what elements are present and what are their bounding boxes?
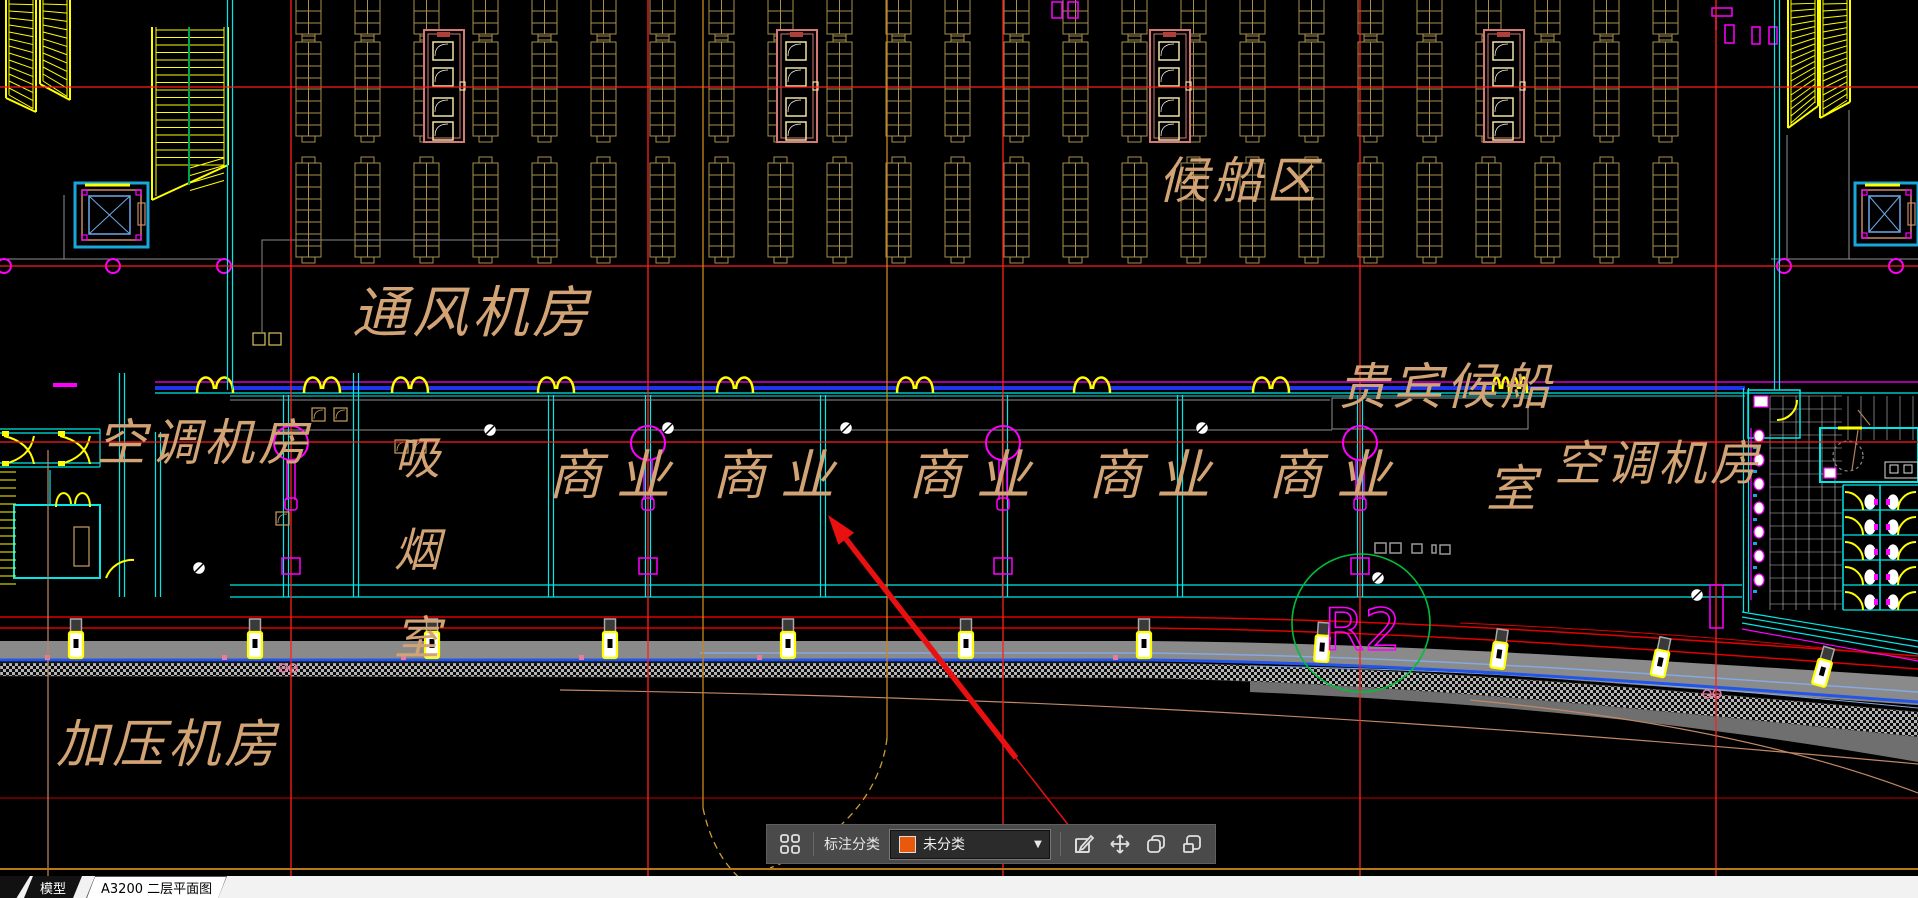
toolbar-separator — [1060, 832, 1061, 856]
category-color-swatch — [899, 835, 916, 853]
category-dropdown[interactable]: 未分类 ▼ — [889, 828, 1051, 860]
copy-icon[interactable] — [1143, 831, 1169, 857]
category-dropdown-value: 未分类 — [923, 837, 965, 853]
svg-text:烟: 烟 — [394, 523, 446, 577]
svg-text:商业: 商业 — [908, 444, 1044, 507]
svg-text:加压机房: 加压机房 — [56, 715, 280, 775]
toolbar-separator — [813, 832, 814, 856]
svg-text:商业: 商业 — [712, 444, 848, 507]
svg-text:商业: 商业 — [1268, 444, 1404, 507]
tab-layout-a3200[interactable]: A3200 二层平面图 — [86, 876, 227, 898]
chevron-down-icon[interactable]: ▼ — [1027, 831, 1049, 858]
paste-icon[interactable] — [1179, 831, 1205, 857]
svg-text:通风机房: 通风机房 — [352, 281, 592, 346]
svg-text:室: 室 — [394, 611, 446, 665]
tab-model-label: 模型 — [40, 881, 67, 897]
cad-window: 通风机房 空调机房 候船区 贵宾候船室空调机房 加压机房吸烟室商业 商业 商业 商业 商业 R2 … — [0, 0, 1918, 898]
svg-text:候船区: 候船区 — [1158, 152, 1323, 210]
svg-text:空调机房: 空调机房 — [96, 414, 312, 472]
svg-text:商业: 商业 — [1088, 444, 1224, 507]
tab-layout-label: A3200 二层平面图 — [101, 882, 213, 897]
svg-text:商业: 商业 — [548, 444, 684, 507]
svg-text:贵宾候船: 贵宾候船 — [1338, 358, 1554, 416]
annotation-toolbar: 标注分类 未分类 ▼ — [766, 824, 1216, 864]
svg-text:吸: 吸 — [394, 431, 444, 485]
svg-text:室: 室 — [1486, 460, 1542, 518]
svg-text:R2: R2 — [1324, 596, 1401, 664]
annotation-grid-icon[interactable] — [777, 831, 803, 857]
svg-text:空调机房: 空调机房 — [1554, 436, 1762, 492]
layout-tab-bar: 模型 A3200 二层平面图 — [0, 876, 1918, 898]
tab-model[interactable]: 模型 — [24, 876, 82, 898]
annotation-category-label: 标注分类 — [824, 837, 880, 853]
edit-annotation-icon[interactable] — [1071, 831, 1097, 857]
cad-drawing-canvas[interactable]: 通风机房空调机房候船区贵宾候船室 空调机房加压机房吸烟室商业 商业 商业 商业 商业R2 — [0, 0, 1918, 876]
move-icon[interactable] — [1107, 831, 1133, 857]
